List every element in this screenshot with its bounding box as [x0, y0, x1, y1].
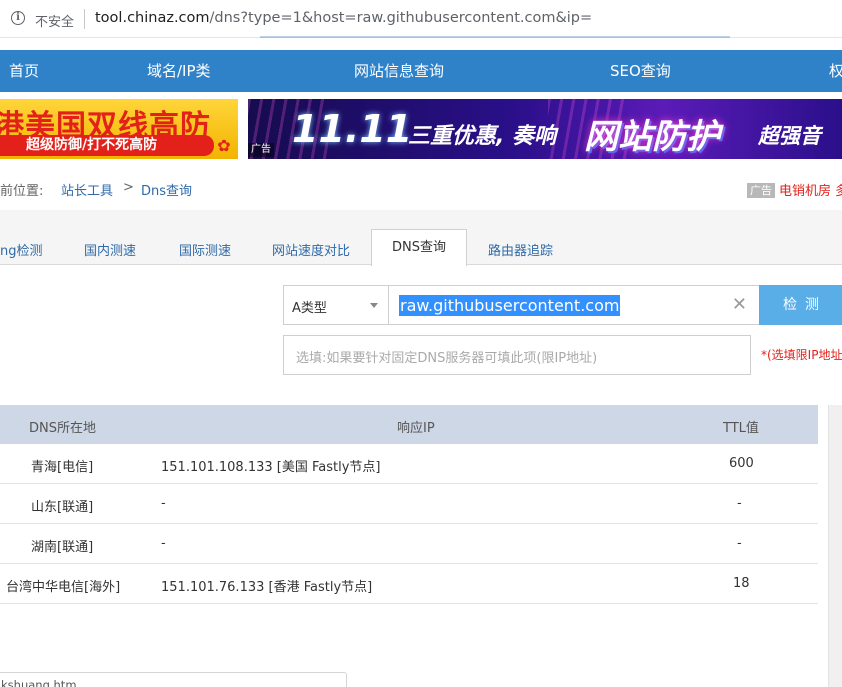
column-header-ttl: TTL值	[723, 421, 759, 436]
nav-item-home[interactable]: 首页	[9, 50, 39, 92]
table-row: 青海[电信] 151.101.108.133 [美国 Fastly节点] 600	[0, 444, 818, 484]
browser-address-bar[interactable]: i 不安全 tool.chinaz.com/dns?type=1&host=ra…	[0, 0, 842, 38]
breadcrumb-link-tools[interactable]: 站长工具	[61, 180, 113, 199]
tab-domestic-speed[interactable]: 国内测速	[84, 240, 136, 259]
side-panel-scrollbar[interactable]	[828, 405, 842, 687]
tab-intl-speed[interactable]: 国际测速	[179, 240, 231, 259]
table-row: 台湾中华电信[海外] 151.101.76.133 [香港 Fastly节点] …	[0, 564, 818, 604]
table-row: 湖南[联通] - -	[0, 524, 818, 564]
column-header-location: DNS所在地	[29, 421, 96, 436]
side-ad-text[interactable]: 电销机房 多	[779, 184, 842, 199]
tab-speed-compare[interactable]: 网站速度对比	[272, 240, 350, 259]
record-type-value: A类型	[292, 301, 327, 316]
clear-icon[interactable]: ✕	[732, 294, 747, 315]
tab-traceroute[interactable]: 路由器追踪	[488, 240, 553, 259]
record-type-select[interactable]: A类型	[283, 285, 389, 325]
table-header: DNS所在地 响应IP TTL值	[0, 405, 818, 444]
table-row: 山东[联通] - -	[0, 484, 818, 524]
breadcrumb-prefix: 前位置:	[0, 184, 44, 199]
side-ad[interactable]: 广告 电销机房 多	[747, 180, 842, 199]
ad-tag: 广告	[248, 143, 274, 157]
ad-banner-date: 11.11	[292, 107, 413, 151]
info-icon[interactable]: i	[11, 11, 25, 25]
detect-button[interactable]: 检测	[759, 285, 842, 325]
dns-server-input[interactable]: 选填:如果要针对固定DNS服务器可填此项(限IP地址)	[283, 335, 751, 375]
ad-banner-left[interactable]: 港美国双线高防 超级防御/打不死高防 ✿	[0, 99, 238, 159]
host-input-value: raw.githubusercontent.com	[399, 295, 621, 316]
cell-ip: 151.101.76.133 [香港 Fastly节点]	[161, 580, 373, 595]
cell-location: 湖南[联通]	[31, 540, 94, 555]
url-text[interactable]: tool.chinaz.com/dns?type=1&host=raw.gith…	[95, 10, 592, 26]
main-nav: 首页 域名/IP类 网站信息查询 SEO查询 权	[0, 50, 842, 92]
url-path: /dns?type=1&host=raw.githubusercontent.c…	[209, 10, 593, 26]
column-header-ip: 响应IP	[397, 421, 435, 436]
cell-ip: 151.101.108.133 [美国 Fastly节点]	[161, 460, 381, 475]
breadcrumb-current[interactable]: Dns查询	[141, 180, 192, 199]
cell-ip: -	[161, 536, 166, 551]
nav-item-site-info[interactable]: 网站信息查询	[354, 50, 444, 92]
ad-banner-tail: 超强音	[758, 124, 821, 148]
tab-ping[interactable]: ng检测	[0, 240, 43, 259]
dns-server-placeholder: 选填:如果要针对固定DNS服务器可填此项(限IP地址)	[296, 351, 598, 366]
status-bar-link: kshuang.htm	[0, 672, 347, 687]
results-table: DNS所在地 响应IP TTL值 青海[电信] 151.101.108.133 …	[0, 405, 818, 604]
side-ad-tag: 广告	[747, 183, 775, 198]
cell-ttl: -	[737, 496, 742, 511]
flower-icon: ✿	[217, 136, 231, 155]
cell-location: 台湾中华电信[海外]	[6, 580, 121, 595]
cell-ttl: -	[737, 536, 742, 551]
ad-banner-left-sub: 超级防御/打不死高防	[0, 135, 214, 156]
breadcrumb-arrow: >	[123, 180, 134, 195]
nav-item-domain-ip[interactable]: 域名/IP类	[147, 50, 211, 92]
nav-item-seo[interactable]: SEO查询	[610, 50, 671, 92]
page-top-strip	[260, 36, 730, 38]
caret-down-icon	[370, 303, 378, 308]
separator	[84, 9, 85, 29]
ad-banner-mid: 三重优惠, 奏响	[408, 124, 557, 149]
host-input[interactable]: raw.githubusercontent.com ✕	[388, 285, 760, 325]
ad-banner-big: 网站防护	[584, 117, 720, 157]
cell-location: 山东[联通]	[31, 500, 94, 515]
tool-tabs: ng检测 国内测速 国际测速 网站速度对比 DNS查询 路由器追踪	[0, 210, 842, 266]
status-bar-text: kshuang.htm	[1, 678, 77, 687]
cell-ttl: 18	[733, 576, 750, 591]
url-host: tool.chinaz.com	[95, 10, 210, 26]
cell-ip: -	[161, 496, 166, 511]
security-label[interactable]: 不安全	[35, 11, 74, 30]
cell-location: 青海[电信]	[31, 460, 94, 475]
tab-dns[interactable]: DNS查询	[371, 229, 467, 266]
dns-server-note: *(选填限IP地址	[761, 348, 842, 362]
nav-item-truncated[interactable]: 权	[829, 50, 842, 92]
cell-ttl: 600	[729, 456, 754, 471]
ad-banner-right[interactable]: 11.11 三重优惠, 奏响 网站防护 超强音 广告	[248, 99, 842, 159]
